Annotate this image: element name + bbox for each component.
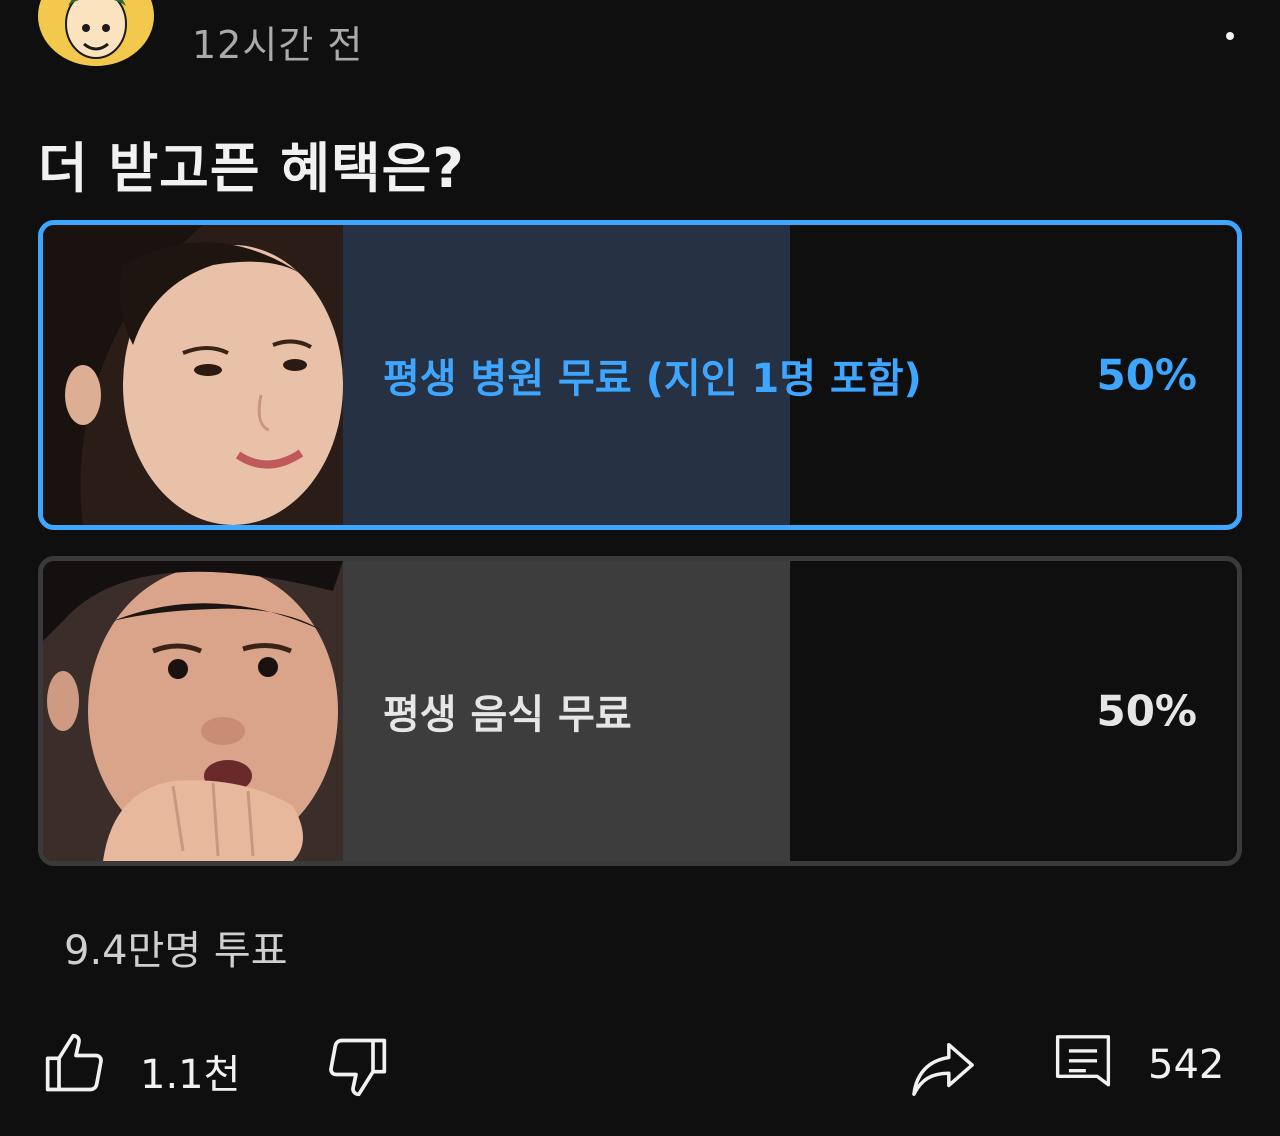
more-dot-icon — [1226, 32, 1234, 40]
poll-option-image-man — [43, 561, 343, 861]
poll-question: 더 받고픈 혜택은? — [38, 137, 465, 200]
comment-icon — [1055, 1035, 1111, 1087]
vote-count: 9.4만명 투표 — [64, 928, 288, 974]
comment-count: 542 — [1148, 1042, 1225, 1088]
poll-option-image-woman — [43, 225, 343, 525]
man-face-image — [43, 561, 343, 861]
woman-face-image — [43, 225, 343, 525]
poll-option-percent: 50% — [1096, 686, 1197, 736]
cartoon-face-icon — [46, 0, 146, 66]
dislike-button[interactable] — [322, 1032, 390, 1100]
share-arrow-icon — [912, 1042, 974, 1096]
comment-button[interactable] — [1052, 1030, 1114, 1100]
post-timestamp: 12시간 전 — [192, 23, 364, 67]
poll-option-label: 평생 음식 무료 — [383, 692, 632, 738]
poll-option-hospital[interactable]: 평생 병원 무료 (지인 1명 포함) 50% — [38, 220, 1242, 530]
thumbs-up-icon — [45, 1033, 103, 1092]
more-options-button[interactable] — [1208, 0, 1252, 40]
poll-option-percent: 50% — [1096, 350, 1197, 400]
poll-option-label: 평생 병원 무료 (지인 1명 포함) — [383, 356, 922, 402]
like-count: 1.1천 — [140, 1052, 241, 1098]
poll-option-food[interactable]: 평생 음식 무료 50% — [38, 556, 1242, 866]
channel-avatar[interactable] — [38, 0, 154, 66]
thumbs-down-icon — [329, 1038, 387, 1097]
like-button[interactable] — [42, 1030, 110, 1098]
community-post: 12시간 전 더 받고픈 혜택은? 평생 병원 무료 (지인 1명 포함) 50… — [0, 0, 1280, 1136]
share-button[interactable] — [908, 1036, 978, 1100]
